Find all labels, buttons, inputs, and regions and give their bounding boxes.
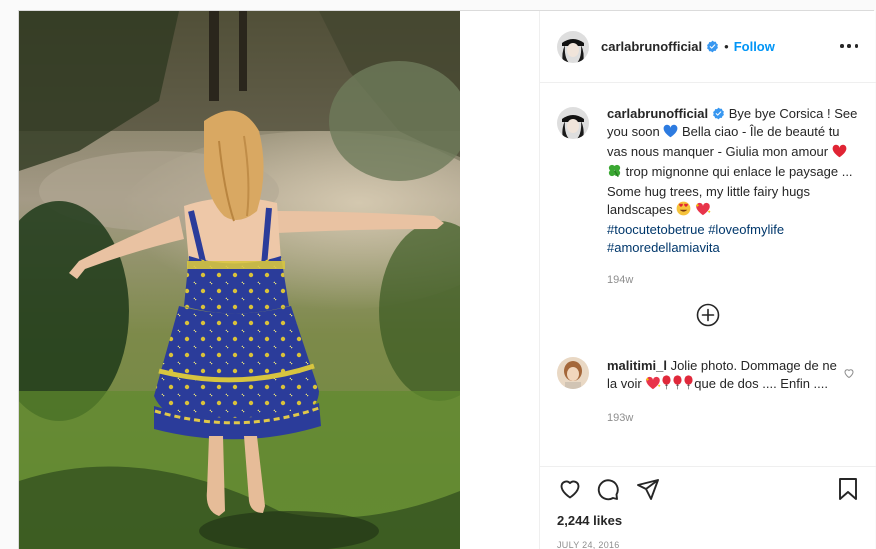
load-more-comments-icon[interactable]	[696, 303, 720, 327]
caption-author-avatar[interactable]	[557, 107, 589, 139]
comment-timestamp[interactable]: 193w	[607, 409, 842, 427]
four-leaf-clover-emoji-icon	[607, 163, 622, 183]
commenter-avatar[interactable]	[557, 357, 589, 389]
like-icon[interactable]	[558, 477, 582, 501]
commenter-username[interactable]: malitimi_l	[607, 358, 667, 373]
comment-item: malitimi_l Jolie photo. Dommage de ne la…	[557, 357, 867, 427]
balloon-emoji-icon	[683, 375, 694, 395]
girl-in-garden-image	[19, 11, 460, 549]
share-icon[interactable]	[636, 477, 660, 501]
follow-button[interactable]: Follow	[734, 39, 775, 54]
save-bookmark-icon[interactable]	[836, 477, 860, 501]
comment-like-heart-icon[interactable]	[843, 367, 855, 379]
avatar-portrait-icon	[557, 30, 589, 63]
caption-text: Bye bye Corsica ! See you soon Bella cia…	[607, 106, 858, 255]
post-card: carlabrunofficial • Follow carlabrunoffi…	[18, 10, 876, 549]
caption-username[interactable]: carlabrunofficial	[607, 106, 708, 121]
red-heart-emoji-icon	[832, 144, 847, 163]
post-header: carlabrunofficial • Follow	[540, 11, 876, 83]
avatar-portrait-icon	[557, 107, 589, 139]
hashtag-link[interactable]: #amoredellamiavita	[607, 240, 720, 255]
avatar-portrait-icon	[557, 357, 589, 389]
heart-eyes-face-emoji-icon	[676, 201, 691, 221]
sparkling-heart-emoji-icon	[645, 376, 661, 395]
post-actions	[556, 477, 866, 503]
hashtag-link[interactable]: #loveofmylife	[708, 222, 784, 237]
verified-badge-icon	[713, 107, 725, 120]
post-caption: carlabrunofficial Bye bye Corsica ! See …	[557, 105, 867, 289]
comment-icon[interactable]	[596, 477, 620, 501]
post-date[interactable]: JULY 24, 2016	[557, 540, 620, 549]
author-avatar[interactable]	[557, 30, 589, 63]
post-side-panel: carlabrunofficial • Follow carlabrunoffi…	[539, 11, 876, 549]
blue-heart-emoji-icon	[663, 124, 678, 143]
follow-separator: •	[724, 39, 729, 54]
more-options-icon[interactable]	[840, 39, 858, 53]
hashtag-link[interactable]: #toocutetobetrue	[607, 222, 705, 237]
balloon-emoji-icon	[672, 375, 683, 395]
balloon-emoji-icon	[661, 375, 672, 395]
sparkling-heart-emoji-icon	[695, 202, 711, 221]
verified-badge-icon	[707, 40, 719, 53]
author-username[interactable]: carlabrunofficial	[601, 39, 702, 54]
likes-count[interactable]: 2,244 likes	[557, 513, 622, 528]
post-photo[interactable]	[19, 11, 460, 549]
top-bar	[0, 0, 876, 10]
comment-body: malitimi_l Jolie photo. Dommage de ne la…	[607, 357, 842, 427]
caption-body: carlabrunofficial Bye bye Corsica ! See …	[607, 105, 861, 289]
actions-divider	[540, 466, 876, 467]
caption-timestamp[interactable]: 194w	[607, 271, 861, 289]
